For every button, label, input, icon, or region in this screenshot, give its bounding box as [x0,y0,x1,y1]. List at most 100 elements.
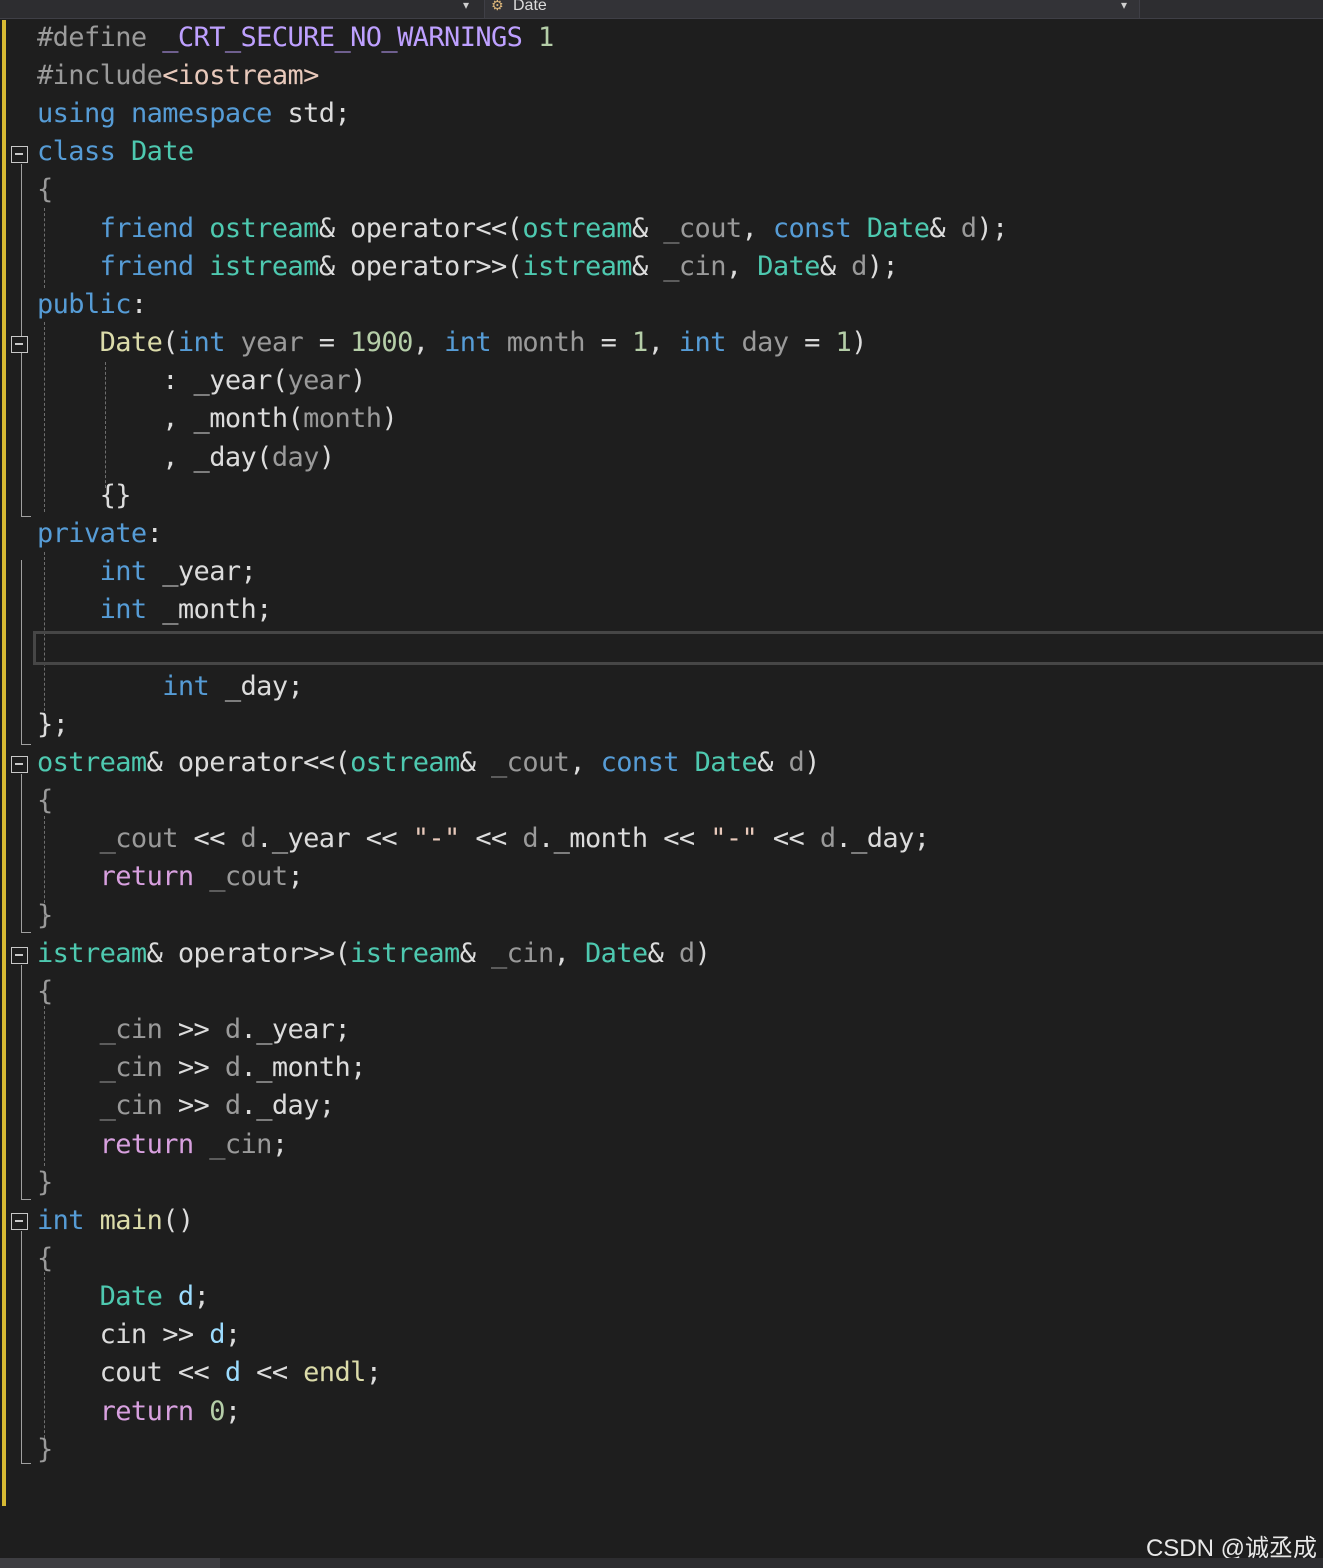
code-editor[interactable]: #define _CRT_SECURE_NO_WARNINGS 1 #includ… [0,20,1323,1510]
code-line[interactable]: return _cout; [37,859,304,895]
outline-bracket [21,965,22,1199]
code-token: : [146,518,163,549]
code-token: } [37,1434,53,1465]
code-token: ; [271,1129,288,1160]
code-line[interactable]: { [37,1241,53,1277]
code-line[interactable]: cin >> d; [37,1317,242,1353]
code-token: , _month( [37,403,304,434]
code-line[interactable]: #define _CRT_SECURE_NO_WARNINGS 1 [37,20,554,56]
code-line[interactable]: friend istream& operator>>(istream& _cin… [37,249,899,285]
bottom-tab[interactable] [0,1558,220,1568]
code-token: << [350,823,413,854]
code-line[interactable]: private: [37,516,163,552]
code-token: } [37,1167,53,1198]
code-line[interactable]: return 0; [37,1394,241,1430]
outline-bracket-end [21,1199,31,1200]
code-line[interactable]: }; [37,707,69,743]
code-token: ; [287,861,304,892]
member-dropdown[interactable]: ⚙ Date ▾ [484,0,1140,18]
code-token: , [553,938,585,969]
code-line[interactable]: , _month(month) [37,401,397,437]
scope-dropdown[interactable]: ▾ [0,0,480,18]
code-token: main [99,1205,163,1236]
code-token: ostream [209,213,319,244]
code-line[interactable]: class Date [37,134,194,170]
code-line[interactable]: : _year(year) [37,363,366,399]
code-line[interactable]: { [37,974,53,1010]
code-line[interactable]: cout << d << endl; [37,1355,382,1391]
code-token: friend [99,251,195,282]
code-line[interactable]: friend ostream& operator<<(ostream& _cou… [37,211,1009,247]
code-token: & [647,938,679,969]
code-line[interactable]: } [37,898,53,934]
code-token: , [647,327,679,358]
code-token: & [819,251,852,282]
code-line[interactable]: istream& operator>>(istream& _cin, Date&… [37,936,711,972]
code-line[interactable]: } [37,1432,53,1468]
code-token: d [819,823,836,854]
code-token: const [600,747,680,778]
collapse-ostream-icon[interactable] [11,756,28,773]
collapse-constructor-icon[interactable] [11,336,28,353]
code-line[interactable]: int _year; [37,554,257,590]
code-token: Date [694,747,758,778]
collapse-istream-icon[interactable] [11,947,28,964]
function-dropdown[interactable] [1142,0,1323,18]
code-token: "-" [710,823,758,854]
code-line[interactable]: } [37,1165,53,1201]
code-line[interactable]: using namespace std; [37,96,351,132]
code-token: _day [256,1090,319,1121]
collapse-main-icon[interactable] [11,1213,28,1230]
code-line[interactable]: _cin >> d._day; [37,1088,335,1124]
code-token: ; [365,1357,382,1388]
code-token: = [788,327,836,358]
code-token: cout << [37,1357,225,1388]
code-line[interactable]: , _day(day) [37,440,335,476]
code-line[interactable]: ostream& operator<<(ostream& _cout, cons… [37,745,820,781]
code-line[interactable]: Date(int year = 1900, int month = 1, int… [37,325,868,361]
code-token: const [772,213,852,244]
collapse-class-icon[interactable] [11,146,28,163]
code-token: & [631,251,664,282]
code-line[interactable]: {} [37,478,132,514]
code-line[interactable]: int _month; [37,592,273,628]
code-line[interactable]: Date d; [37,1279,210,1315]
code-token: d [224,1052,241,1083]
code-token: 1 [631,327,648,358]
code-token: & [459,938,492,969]
code-token: private [37,518,147,549]
code-token: int [37,1205,85,1236]
code-line[interactable]: _cin >> d._year; [37,1012,351,1048]
code-line[interactable]: _cin >> d._month; [37,1050,367,1086]
code-token: _CRT_SECURE_NO_WARNINGS [162,22,523,53]
code-token: & operator<<( [146,747,351,778]
code-token: ) [694,938,711,969]
code-line[interactable]: _cout << d._year << "-" << d._month << "… [37,821,930,857]
code-line[interactable]: public: [37,287,147,323]
chevron-down-icon: ▾ [463,0,470,12]
code-token: Date [99,1281,163,1312]
code-line[interactable]: #include<iostream> [37,58,319,94]
code-token: , [412,327,445,358]
code-line[interactable]: int _day; [37,669,304,705]
outline-bracket-end [21,932,31,933]
code-line[interactable]: int main() [37,1203,194,1239]
code-line[interactable]: return _cin; [37,1127,288,1163]
code-line[interactable]: { [37,783,53,819]
code-line[interactable]: { [37,172,53,208]
code-token: month [303,403,382,434]
code-token: ; [193,1281,210,1312]
